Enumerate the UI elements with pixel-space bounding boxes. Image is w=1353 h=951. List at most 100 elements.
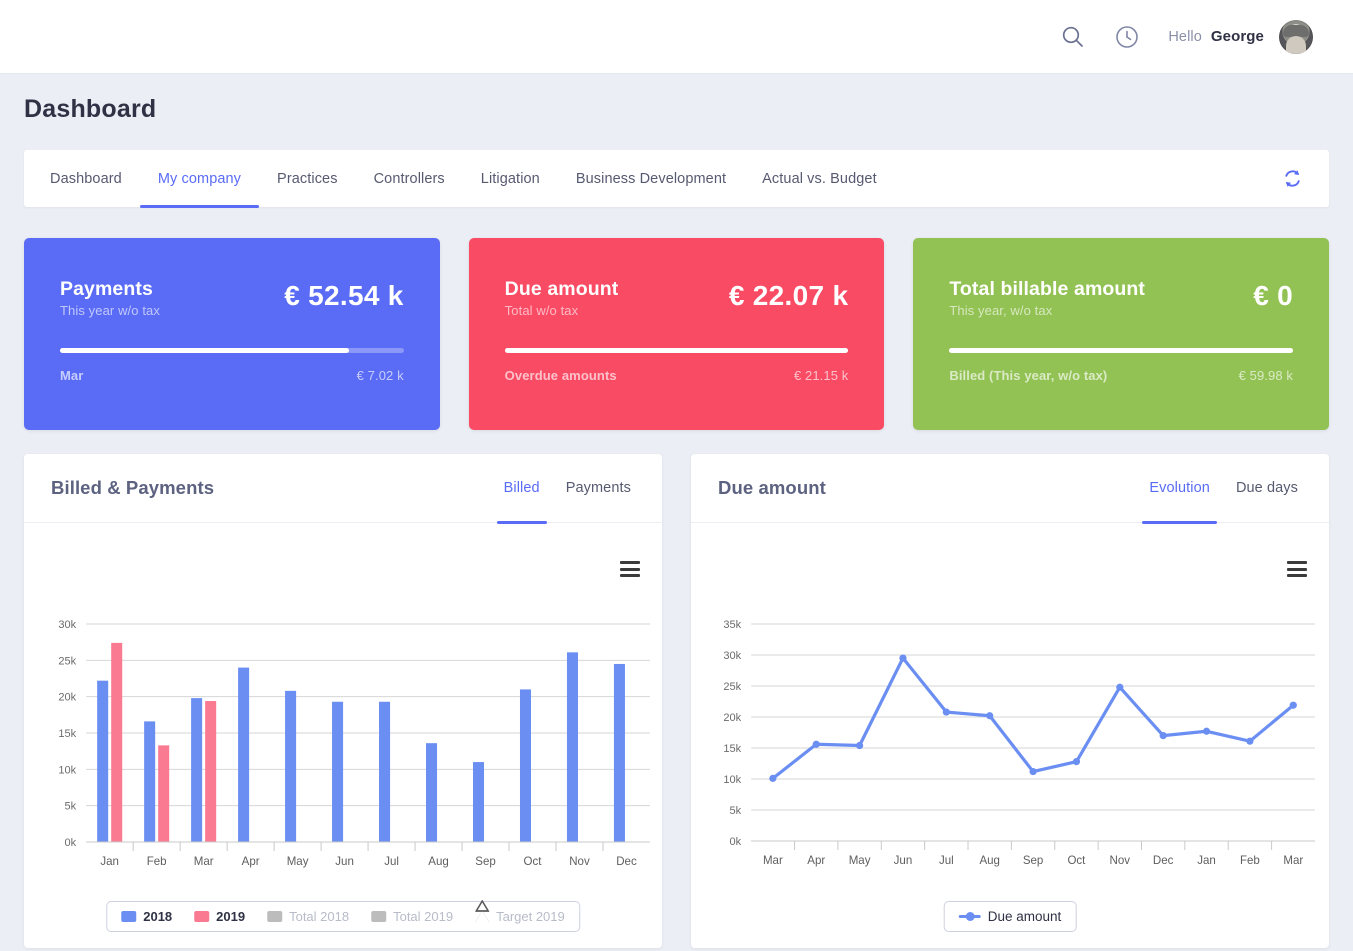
kpi-card-due-amount[interactable]: Due amount Total w/o tax € 22.07 k Overd…: [468, 238, 885, 430]
kpi-title: Due amount: [504, 278, 619, 300]
svg-text:Sep: Sep: [1023, 855, 1044, 867]
line-chart-plot: 0k 5k 10k 15k 20k 25k 30k 35k Mar Apr May Jun Jul Aug…: [691, 523, 1329, 948]
legend-item-total-2019[interactable]: Total 2019: [371, 909, 453, 924]
panel-tab-evolution[interactable]: Evolution: [1142, 454, 1217, 524]
tab-my-company[interactable]: My company: [139, 150, 260, 208]
kpi-progress-bar: [60, 348, 404, 353]
tab-dashboard[interactable]: Dashboard: [32, 150, 140, 207]
svg-text:Nov: Nov: [569, 856, 590, 868]
bar-chart-legend: 2018 2019 Total 2018 Total 2019 Target 2…: [106, 900, 580, 932]
kpi-footer-value: € 21.15 k: [793, 368, 849, 383]
kpi-progress-fill: [504, 348, 849, 353]
kpi-card-total-billable[interactable]: Total billable amount This year, w/o tax…: [913, 238, 1330, 430]
tab-label: Litigation: [480, 170, 540, 187]
svg-text:Mar: Mar: [763, 855, 783, 867]
panel-due-amount: Due amount Evolution Due days 0k 5k 10k 15k…: [691, 454, 1329, 948]
kpi-footer-value: € 59.98 k: [1238, 368, 1294, 383]
hello-label: Hello: [1168, 28, 1202, 45]
svg-text:25k: 25k: [723, 681, 741, 693]
bar-chart-area: 0k 5k 10k 15k 20k 25k 30k Jan Feb Mar Apr May Jun Jul…: [24, 523, 662, 948]
search-icon[interactable]: [1060, 24, 1086, 50]
kpi-value: € 0: [1253, 280, 1294, 311]
tab-actual-vs-budget[interactable]: Actual vs. Budget: [744, 150, 895, 207]
kpi-text-block: Payments This year w/o tax: [60, 278, 160, 318]
svg-text:Sep: Sep: [475, 856, 496, 868]
panel-tab-label: Payments: [565, 480, 631, 496]
legend-label: Due amount: [987, 909, 1062, 924]
kpi-progress-fill: [949, 348, 1294, 353]
panel-tab-payments[interactable]: Payments: [559, 454, 638, 523]
legend-label: 2018: [143, 909, 173, 924]
panel-header: Due amount Evolution Due days: [691, 454, 1329, 524]
panel-title: Due amount: [718, 477, 826, 498]
svg-text:25k: 25k: [58, 655, 76, 667]
line-chart-area: 0k 5k 10k 15k 20k 25k 30k 35k Mar Apr May Jun Jul Aug…: [691, 523, 1329, 948]
panel-tab-group: Evolution Due days: [1142, 454, 1305, 524]
svg-text:15k: 15k: [58, 728, 76, 740]
panel-billed-payments: Billed & Payments Billed Payments 0k 5k 10…: [24, 454, 662, 948]
kpi-subtitle: This year w/o tax: [60, 303, 160, 319]
svg-text:Mar: Mar: [1283, 855, 1303, 867]
tab-business-development[interactable]: Business Development: [558, 150, 744, 207]
legend-item-target-2019[interactable]: Target 2019: [475, 900, 565, 924]
svg-text:20k: 20k: [723, 712, 741, 724]
svg-text:May: May: [287, 856, 309, 868]
svg-text:Jun: Jun: [335, 856, 354, 868]
kpi-subtitle: Total w/o tax: [504, 303, 579, 319]
svg-text:30k: 30k: [58, 619, 76, 631]
legend-swatch-icon: [371, 911, 387, 922]
section-tab-bar: Dashboard My company Practices Controlle…: [24, 150, 1329, 208]
kpi-progress-bar: [949, 348, 1294, 353]
svg-text:10k: 10k: [58, 764, 76, 776]
tab-label: My company: [157, 170, 242, 187]
legend-item-total-2018[interactable]: Total 2018: [267, 909, 349, 924]
kpi-progress-fill: [60, 348, 349, 353]
kpi-text-block: Due amount Total w/o tax: [505, 278, 619, 318]
kpi-header: Due amount Total w/o tax € 22.07 k: [505, 278, 849, 318]
kpi-value: € 22.07 k: [728, 280, 849, 311]
kpi-card-payments[interactable]: Payments This year w/o tax € 52.54 k Mar…: [24, 238, 440, 430]
panel-title: Billed & Payments: [51, 477, 215, 498]
legend-item-2019[interactable]: 2019: [194, 909, 245, 924]
kpi-footer: Mar € 7.02 k: [60, 368, 404, 383]
kpi-header: Total billable amount This year, w/o tax…: [949, 278, 1293, 318]
svg-text:0k: 0k: [730, 836, 742, 848]
kpi-footer-label: Overdue amounts: [504, 368, 617, 383]
clock-icon[interactable]: [1114, 24, 1140, 50]
kpi-value: € 52.54 k: [284, 280, 404, 311]
refresh-icon[interactable]: [1279, 166, 1305, 192]
svg-text:35k: 35k: [723, 619, 741, 631]
legend-label: 2019: [216, 909, 246, 924]
svg-text:Mar: Mar: [194, 856, 214, 868]
legend-swatch-icon: [194, 911, 210, 922]
svg-text:Oct: Oct: [1067, 855, 1086, 867]
avatar[interactable]: [1279, 19, 1313, 54]
kpi-footer: Overdue amounts € 21.15 k: [505, 368, 849, 383]
kpi-footer-label: Billed (This year, w/o tax): [949, 368, 1108, 383]
kpi-footer-label: Mar: [60, 368, 84, 383]
svg-text:20k: 20k: [58, 692, 76, 704]
legend-label: Target 2019: [496, 909, 565, 924]
svg-text:15k: 15k: [723, 743, 741, 755]
panel-tab-label: Billed: [503, 480, 540, 496]
chart-panel-row: Billed & Payments Billed Payments 0k 5k 10…: [24, 454, 1329, 948]
page-title: Dashboard: [24, 95, 157, 123]
user-name: George: [1210, 28, 1264, 45]
panel-tab-due-days[interactable]: Due days: [1229, 454, 1305, 523]
panel-tab-label: Due days: [1235, 480, 1298, 496]
svg-text:Aug: Aug: [428, 856, 449, 868]
svg-text:Dec: Dec: [1153, 855, 1174, 867]
tab-controllers[interactable]: Controllers: [356, 150, 463, 207]
legend-item-due-amount[interactable]: Due amount: [958, 909, 1062, 924]
tab-practices[interactable]: Practices: [259, 150, 356, 207]
line-chart-legend: Due amount: [943, 901, 1077, 932]
kpi-card-row: Payments This year w/o tax € 52.54 k Mar…: [24, 238, 1330, 430]
panel-tab-billed[interactable]: Billed: [496, 454, 547, 524]
kpi-title: Total billable amount: [949, 278, 1146, 300]
tab-label: Controllers: [373, 170, 445, 187]
tab-litigation[interactable]: Litigation: [463, 150, 558, 207]
user-greeting[interactable]: Hello George: [1168, 19, 1313, 54]
svg-text:Nov: Nov: [1110, 855, 1131, 867]
svg-text:Jul: Jul: [939, 855, 954, 867]
legend-item-2018[interactable]: 2018: [121, 909, 172, 924]
